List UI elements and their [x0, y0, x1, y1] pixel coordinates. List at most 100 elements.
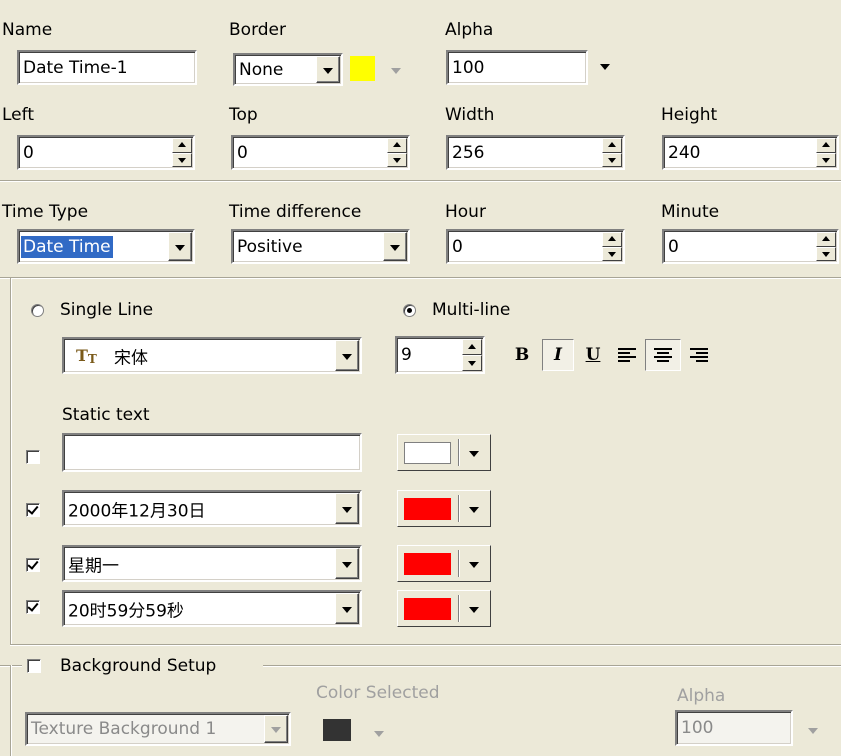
left-spin-buttons[interactable] [172, 138, 192, 167]
chevron-down-icon [469, 562, 479, 568]
time-line-checkbox[interactable] [26, 600, 40, 614]
top-spinbox[interactable]: 0 [231, 135, 410, 170]
border-color-chevron-down-icon [391, 68, 401, 74]
multi-line-label: Multi-line [432, 300, 511, 320]
font-name: 宋体 [114, 348, 148, 368]
chevron-down-icon [469, 607, 479, 613]
color-swatch [404, 442, 451, 464]
spin-down-icon[interactable] [816, 246, 836, 261]
name-input[interactable]: Date Time-1 [17, 50, 197, 85]
weekday-color-picker[interactable] [397, 545, 491, 582]
chevron-down-icon[interactable] [335, 493, 359, 524]
align-left-icon [618, 346, 636, 364]
chevron-down-icon[interactable] [383, 232, 407, 261]
border-color-swatch[interactable] [350, 56, 375, 81]
spin-up-icon[interactable] [816, 138, 836, 153]
background-alpha-label: Alpha [677, 686, 726, 706]
color-selected-label: Color Selected [316, 683, 440, 703]
font-size-spin-buttons[interactable] [462, 339, 482, 371]
time-difference-label: Time difference [229, 202, 362, 222]
align-left-button[interactable] [611, 339, 643, 371]
time-type-select[interactable]: Date Time [17, 229, 195, 264]
chevron-down-icon [469, 451, 479, 457]
height-spin-buttons[interactable] [816, 138, 836, 167]
background-setup-checkbox[interactable] [27, 659, 41, 673]
minute-value: 0 [668, 236, 679, 257]
color-swatch [404, 598, 451, 620]
top-spin-buttons[interactable] [387, 138, 407, 167]
spin-up-icon[interactable] [602, 138, 622, 153]
spin-down-icon[interactable] [462, 355, 482, 371]
chevron-down-icon[interactable] [168, 232, 192, 261]
background-color-swatch[interactable] [323, 719, 351, 741]
texture-value: Texture Background 1 [31, 719, 217, 739]
underline-button[interactable]: U [577, 339, 609, 371]
static-text-checkbox[interactable] [26, 450, 40, 464]
width-spin-buttons[interactable] [602, 138, 622, 167]
hour-spinbox[interactable]: 0 [446, 229, 625, 264]
alpha-input[interactable]: 100 [446, 50, 588, 85]
left-value: 0 [23, 142, 34, 163]
group-border [263, 665, 841, 666]
date-format-select[interactable]: 2000年12月30日 [62, 490, 362, 527]
chevron-down-icon[interactable] [335, 593, 359, 624]
spin-up-icon[interactable] [816, 232, 836, 247]
width-spinbox[interactable]: 256 [446, 135, 625, 170]
minute-spin-buttons[interactable] [816, 232, 836, 261]
group-border [10, 665, 11, 756]
border-select[interactable]: None [233, 53, 343, 86]
background-alpha-input[interactable]: 100 [675, 710, 793, 746]
multi-line-radio[interactable] [403, 304, 416, 317]
left-spinbox[interactable]: 0 [17, 135, 195, 170]
width-value: 256 [452, 142, 485, 163]
static-text-color-picker[interactable] [397, 434, 491, 471]
weekday-line-checkbox[interactable] [26, 558, 40, 572]
separator [10, 644, 841, 646]
align-right-button[interactable] [683, 339, 715, 371]
height-value: 240 [668, 142, 701, 163]
spin-down-icon[interactable] [172, 152, 192, 167]
align-right-icon [690, 346, 708, 364]
group-border [0, 665, 22, 666]
border-select-value: None [239, 59, 284, 80]
date-line-checkbox[interactable] [26, 503, 40, 517]
minute-spinbox[interactable]: 0 [662, 229, 839, 264]
color-swatch [404, 553, 451, 575]
time-difference-select[interactable]: Positive [231, 229, 410, 264]
border-label: Border [229, 20, 286, 40]
spin-down-icon[interactable] [387, 152, 407, 167]
static-text-input[interactable] [62, 433, 362, 472]
height-spinbox[interactable]: 240 [662, 135, 839, 170]
spin-up-icon[interactable] [602, 232, 622, 247]
time-format-select[interactable]: 20时59分59秒 [62, 590, 362, 627]
align-center-button[interactable] [645, 339, 681, 371]
separator [0, 180, 841, 182]
spin-down-icon[interactable] [816, 152, 836, 167]
font-size-spinbox[interactable]: 9 [395, 336, 485, 374]
font-select[interactable]: TT 宋体 [62, 337, 362, 374]
spin-down-icon[interactable] [602, 152, 622, 167]
time-color-picker[interactable] [397, 590, 491, 627]
time-difference-value: Positive [237, 236, 303, 257]
spin-up-icon[interactable] [462, 339, 482, 355]
chevron-down-icon[interactable] [264, 715, 288, 743]
spin-up-icon[interactable] [387, 138, 407, 153]
hour-value: 0 [452, 236, 463, 257]
weekday-format-select[interactable]: 星期一 [62, 545, 362, 582]
hour-spin-buttons[interactable] [602, 232, 622, 261]
chevron-down-icon[interactable] [335, 340, 359, 371]
date-color-picker[interactable] [397, 490, 491, 527]
alpha-chevron-down-icon[interactable] [600, 64, 610, 70]
chevron-down-icon[interactable] [335, 548, 359, 579]
spin-up-icon[interactable] [172, 138, 192, 153]
texture-select[interactable]: Texture Background 1 [25, 712, 291, 746]
font-size-value: 9 [401, 345, 412, 365]
chevron-down-icon[interactable] [316, 56, 340, 83]
truetype-font-icon: TT [76, 345, 97, 366]
spin-down-icon[interactable] [602, 246, 622, 261]
background-alpha-chevron-down-icon [808, 728, 818, 734]
single-line-radio[interactable] [31, 304, 44, 317]
bold-button[interactable]: B [506, 339, 538, 371]
italic-button[interactable]: I [542, 339, 574, 371]
name-label: Name [2, 20, 53, 40]
